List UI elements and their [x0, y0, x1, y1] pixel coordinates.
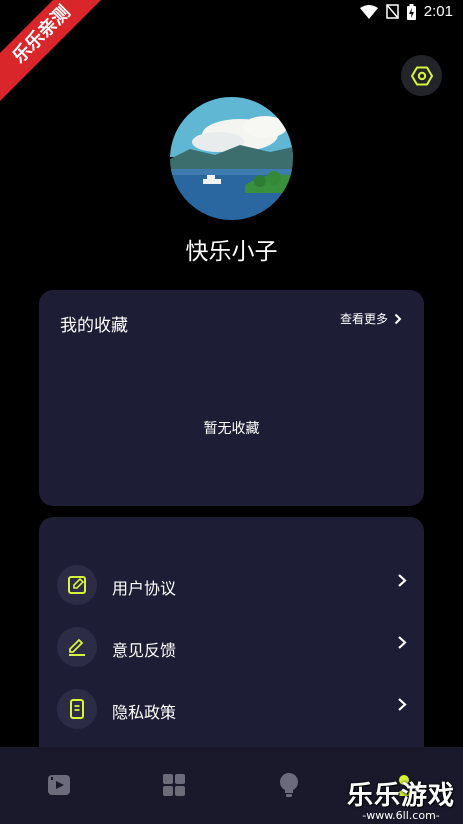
settings-button[interactable] [401, 55, 442, 96]
menu-card: 用户协议 意见反馈 隐私政策 [39, 517, 424, 762]
chevron-right-icon [398, 698, 407, 711]
menu-item-user-agreement[interactable]: 用户协议 [57, 565, 407, 605]
grid-icon [163, 774, 185, 796]
menu-item-label: 隐私政策 [112, 703, 177, 722]
pen-icon [57, 627, 97, 667]
avatar-landscape-image [170, 97, 293, 220]
view-more-label: 查看更多 [339, 312, 388, 326]
battery-charging-icon [406, 3, 416, 20]
document-edit-icon [57, 565, 97, 605]
tab-video[interactable] [45, 771, 73, 799]
menu-item-label: 意见反馈 [112, 641, 177, 660]
receipt-icon [57, 689, 97, 729]
watermark-title: 乐乐游戏 [346, 781, 455, 811]
settings-hexagon-icon [410, 66, 433, 85]
clock: 2:01 [423, 3, 453, 20]
status-icons: 2:01 [359, 3, 453, 20]
menu-item-feedback[interactable]: 意见反馈 [57, 627, 407, 667]
tab-ideas[interactable] [275, 771, 303, 799]
video-icon [48, 775, 70, 795]
view-more-button[interactable]: 查看更多 [340, 310, 402, 327]
no-sim-icon [386, 4, 399, 19]
username: 快乐小子 [185, 239, 278, 265]
tab-categories[interactable] [160, 771, 188, 799]
chevron-right-icon [398, 636, 407, 649]
chevron-right-icon [398, 574, 407, 587]
menu-item-label: 用户协议 [112, 579, 177, 598]
menu-item-privacy-policy[interactable]: 隐私政策 [57, 689, 407, 729]
avatar[interactable] [170, 97, 293, 220]
wifi-icon [359, 4, 378, 19]
favorites-card: 我的收藏 查看更多 暂无收藏 [39, 290, 424, 506]
favorites-title: 我的收藏 [60, 316, 128, 336]
favorites-empty-message: 暂无收藏 [203, 421, 260, 437]
watermark-logo: 乐乐游戏 -www.6ll.com- [343, 775, 459, 822]
lightbulb-icon [280, 773, 298, 797]
chevron-right-icon [394, 313, 402, 324]
